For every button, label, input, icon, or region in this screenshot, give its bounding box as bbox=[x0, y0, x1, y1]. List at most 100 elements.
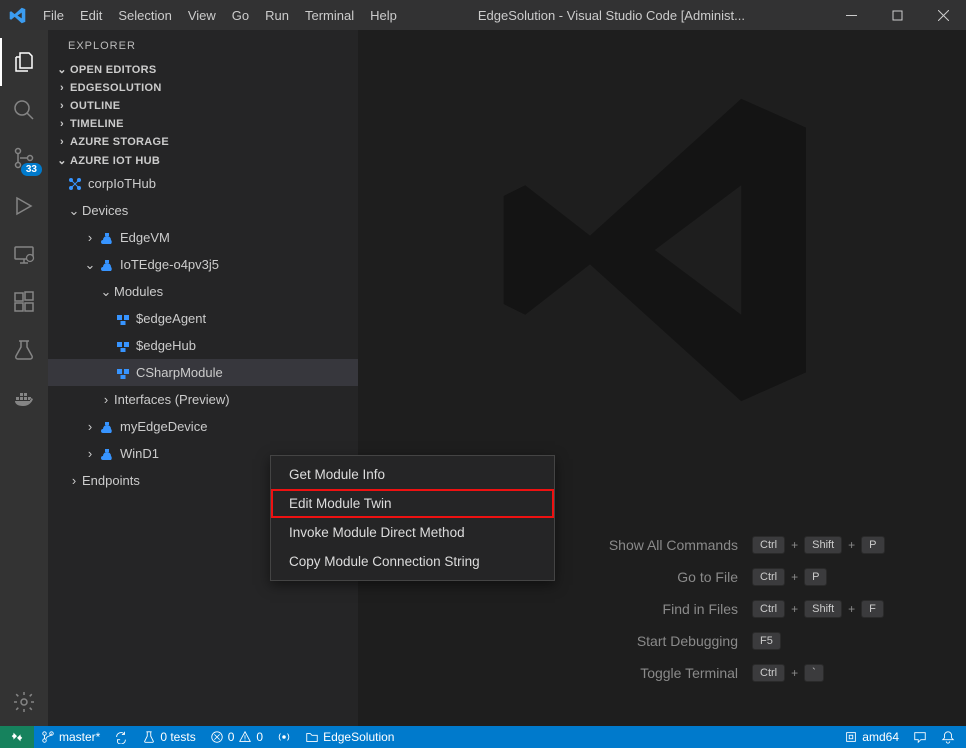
status-platform[interactable]: amd64 bbox=[837, 726, 906, 748]
activity-docker-icon[interactable] bbox=[0, 374, 48, 422]
maximize-button[interactable] bbox=[874, 0, 920, 30]
key: Shift bbox=[804, 536, 842, 554]
activity-run-icon[interactable] bbox=[0, 182, 48, 230]
activity-explorer-icon[interactable] bbox=[0, 38, 48, 86]
tree-label: myEdgeDevice bbox=[120, 419, 207, 434]
sidebar-title: EXPLORER bbox=[48, 30, 358, 60]
key: Shift bbox=[804, 600, 842, 618]
section-open-editors[interactable]: ⌄ OPEN EDITORS bbox=[48, 60, 358, 79]
folder-name: EdgeSolution bbox=[323, 730, 394, 744]
shortcut-label: Start Debugging bbox=[478, 633, 738, 649]
remote-indicator[interactable] bbox=[0, 726, 34, 748]
chevron-down-icon: ⌄ bbox=[66, 203, 82, 219]
warning-count: 0 bbox=[256, 730, 263, 744]
menu-run[interactable]: Run bbox=[257, 8, 297, 23]
tree-interfaces[interactable]: › Interfaces (Preview) bbox=[48, 386, 358, 413]
platform-name: amd64 bbox=[862, 730, 899, 744]
status-tests[interactable]: 0 tests bbox=[135, 726, 202, 748]
chevron-down-icon: ⌄ bbox=[54, 63, 70, 76]
status-broadcast[interactable] bbox=[270, 726, 298, 748]
vscode-watermark-icon bbox=[482, 70, 842, 430]
activity-settings-icon[interactable] bbox=[0, 678, 48, 726]
chevron-right-icon: › bbox=[66, 473, 82, 488]
titlebar: File Edit Selection View Go Run Terminal… bbox=[0, 0, 966, 30]
section-label: TIMELINE bbox=[70, 118, 124, 130]
menu-terminal[interactable]: Terminal bbox=[297, 8, 362, 23]
section-azure-storage[interactable]: › AZURE STORAGE bbox=[48, 133, 358, 151]
folder-icon bbox=[305, 730, 319, 744]
chevron-right-icon: › bbox=[54, 118, 70, 130]
minimize-button[interactable] bbox=[828, 0, 874, 30]
tree-label: Interfaces (Preview) bbox=[114, 392, 230, 407]
window-controls bbox=[828, 0, 966, 30]
tree-label: WinD1 bbox=[120, 446, 159, 461]
context-get-module-info[interactable]: Get Module Info bbox=[271, 460, 554, 489]
tree-devices[interactable]: ⌄ Devices bbox=[48, 197, 358, 224]
activity-extensions-icon[interactable] bbox=[0, 278, 48, 326]
tree-device-iotedge[interactable]: ⌄ IoTEdge-o4pv3j5 bbox=[48, 251, 358, 278]
tree-label: Modules bbox=[114, 284, 163, 299]
tree-device-edgevm[interactable]: › EdgeVM bbox=[48, 224, 358, 251]
module-icon bbox=[114, 311, 132, 327]
section-label: AZURE IOT HUB bbox=[70, 155, 160, 167]
section-label: OPEN EDITORS bbox=[70, 64, 157, 76]
status-problems[interactable]: 0 0 bbox=[203, 726, 270, 748]
section-outline[interactable]: › OUTLINE bbox=[48, 97, 358, 115]
close-button[interactable] bbox=[920, 0, 966, 30]
device-edge-icon bbox=[98, 230, 116, 246]
iot-hub-icon bbox=[66, 176, 84, 192]
menu-go[interactable]: Go bbox=[224, 8, 257, 23]
section-timeline[interactable]: › TIMELINE bbox=[48, 115, 358, 133]
chevron-right-icon: › bbox=[82, 230, 98, 245]
tree-modules[interactable]: ⌄ Modules bbox=[48, 278, 358, 305]
chevron-right-icon: › bbox=[98, 392, 114, 407]
chevron-right-icon: › bbox=[82, 446, 98, 461]
tree-label: CSharpModule bbox=[136, 365, 223, 380]
section-edgesolution[interactable]: › EDGESOLUTION bbox=[48, 79, 358, 97]
section-azure-iot-hub[interactable]: ⌄ AZURE IOT HUB bbox=[48, 151, 358, 170]
tree-device-myedge[interactable]: › myEdgeDevice bbox=[48, 413, 358, 440]
explorer-sidebar: EXPLORER ⌄ OPEN EDITORS › EDGESOLUTION ›… bbox=[48, 30, 358, 726]
git-branch-icon bbox=[41, 730, 55, 744]
tree-module-edgeagent[interactable]: $edgeAgent bbox=[48, 305, 358, 332]
status-bell[interactable] bbox=[934, 726, 962, 748]
main-area: 33 EXPLORER ⌄ OPEN EDITORS › EDGES bbox=[0, 30, 966, 726]
tree-iot-hub[interactable]: corpIoTHub bbox=[48, 170, 358, 197]
branch-name: master* bbox=[59, 730, 100, 744]
vscode-logo-icon bbox=[0, 7, 35, 24]
status-folder[interactable]: EdgeSolution bbox=[298, 726, 401, 748]
status-branch[interactable]: master* bbox=[34, 726, 107, 748]
module-icon bbox=[114, 338, 132, 354]
key: Ctrl bbox=[752, 568, 785, 586]
menu-selection[interactable]: Selection bbox=[110, 8, 179, 23]
key: F bbox=[861, 600, 884, 618]
chevron-right-icon: › bbox=[82, 419, 98, 434]
window-title: EdgeSolution - Visual Studio Code [Admin… bbox=[405, 8, 818, 23]
activity-remote-icon[interactable] bbox=[0, 230, 48, 278]
tree-module-csharp[interactable]: CSharpModule bbox=[48, 359, 358, 386]
shortcut-row: Start Debugging F5 bbox=[412, 632, 912, 650]
activity-source-control-icon[interactable]: 33 bbox=[0, 134, 48, 182]
activity-testing-icon[interactable] bbox=[0, 326, 48, 374]
menu-edit[interactable]: Edit bbox=[72, 8, 110, 23]
error-count: 0 bbox=[228, 730, 235, 744]
broadcast-icon bbox=[277, 730, 291, 744]
menu-file[interactable]: File bbox=[35, 8, 72, 23]
activity-search-icon[interactable] bbox=[0, 86, 48, 134]
context-invoke-direct-method[interactable]: Invoke Module Direct Method bbox=[271, 518, 554, 547]
error-icon bbox=[210, 730, 224, 744]
warning-icon bbox=[238, 730, 252, 744]
status-sync[interactable] bbox=[107, 726, 135, 748]
context-edit-module-twin[interactable]: Edit Module Twin bbox=[271, 489, 554, 518]
key: F5 bbox=[752, 632, 781, 650]
tree-module-edgehub[interactable]: $edgeHub bbox=[48, 332, 358, 359]
key: P bbox=[804, 568, 827, 586]
context-menu: Get Module Info Edit Module Twin Invoke … bbox=[270, 455, 555, 581]
beaker-icon bbox=[142, 730, 156, 744]
menu-help[interactable]: Help bbox=[362, 8, 405, 23]
context-copy-connection-string[interactable]: Copy Module Connection String bbox=[271, 547, 554, 576]
section-label: AZURE STORAGE bbox=[70, 136, 169, 148]
tree-label: $edgeAgent bbox=[136, 311, 206, 326]
menu-view[interactable]: View bbox=[180, 8, 224, 23]
status-feedback[interactable] bbox=[906, 726, 934, 748]
